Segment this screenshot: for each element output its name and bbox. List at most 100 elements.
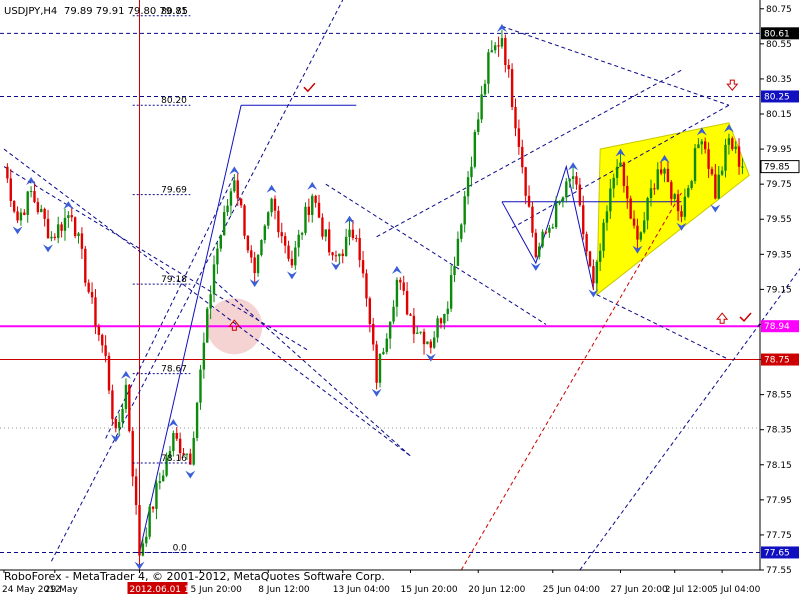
bull-candle bbox=[741, 166, 744, 168]
bull-candle bbox=[446, 308, 449, 314]
bear-candle bbox=[517, 128, 521, 147]
bear-candle bbox=[314, 195, 317, 203]
bear-candle bbox=[80, 233, 84, 249]
bull-candle bbox=[29, 191, 33, 193]
bull-candle bbox=[206, 308, 209, 343]
fibonacci-label: 0.0 bbox=[173, 543, 188, 553]
bear-candle bbox=[253, 257, 256, 274]
bull-candle bbox=[500, 38, 504, 47]
bull-candle bbox=[460, 224, 463, 239]
bull-candle bbox=[121, 409, 124, 423]
bull-candle bbox=[571, 176, 575, 179]
price-tick-label: 77.55 bbox=[766, 566, 792, 576]
bear-candle bbox=[114, 419, 117, 429]
bear-candle bbox=[23, 212, 26, 215]
bear-candle bbox=[412, 315, 416, 334]
price-tag-label: 80.25 bbox=[764, 92, 790, 102]
bear-candle bbox=[239, 198, 243, 206]
bear-candle bbox=[43, 208, 46, 219]
bull-candle bbox=[436, 318, 439, 338]
bear-candle bbox=[504, 38, 507, 66]
price-chart[interactable]: 80.71 80.20 79.69 79.18 78.67 78.16 0.0 80.75 8… bbox=[0, 0, 800, 600]
bear-candle bbox=[592, 266, 595, 284]
bear-candle bbox=[70, 215, 73, 218]
bull-candle bbox=[270, 198, 273, 213]
fibonacci-label: 78.16 bbox=[161, 454, 187, 464]
bear-candle bbox=[351, 229, 355, 238]
bull-candle bbox=[453, 265, 456, 276]
bull-candle bbox=[673, 194, 676, 199]
bear-candle bbox=[36, 202, 40, 213]
bear-candle bbox=[731, 138, 734, 150]
bear-candle bbox=[409, 314, 412, 316]
bear-candle bbox=[273, 198, 277, 211]
bear-candle bbox=[676, 194, 680, 212]
bear-candle bbox=[578, 184, 582, 206]
bear-candle bbox=[178, 438, 182, 454]
bull-candle bbox=[690, 181, 693, 189]
bull-candle bbox=[56, 224, 60, 238]
bull-candle bbox=[687, 188, 690, 197]
bear-candle bbox=[6, 166, 9, 179]
bull-candle bbox=[158, 481, 162, 483]
bear-candle bbox=[277, 210, 280, 233]
bull-candle bbox=[443, 313, 446, 324]
chart-canvas[interactable]: 80.7180.2079.6979.1878.6778.160.0 80.758… bbox=[0, 0, 800, 600]
bull-candle bbox=[595, 261, 598, 284]
bear-candle bbox=[582, 205, 585, 235]
bull-candle bbox=[619, 162, 622, 167]
price-tick-label: 78.35 bbox=[766, 426, 792, 436]
bull-candle bbox=[19, 212, 23, 221]
bear-candle bbox=[439, 318, 443, 324]
bear-candle bbox=[588, 251, 592, 267]
bull-candle bbox=[145, 536, 148, 544]
bear-candle bbox=[429, 341, 433, 348]
bull-candle bbox=[226, 205, 229, 213]
time-tick-label: 20 Jun 12:00 bbox=[468, 585, 525, 595]
bull-candle bbox=[172, 433, 175, 452]
bull-candle bbox=[148, 506, 151, 537]
bear-candle bbox=[368, 298, 372, 325]
bear-candle bbox=[236, 180, 239, 199]
bull-candle bbox=[40, 208, 43, 213]
bull-candle bbox=[392, 306, 395, 322]
price-tick-label: 80.75 bbox=[766, 5, 792, 15]
bull-candle bbox=[561, 197, 565, 202]
bull-candle bbox=[195, 402, 199, 438]
bear-candle bbox=[670, 182, 673, 199]
bear-candle bbox=[111, 390, 114, 420]
bear-candle bbox=[138, 505, 141, 556]
bear-candle bbox=[497, 45, 500, 47]
bear-candle bbox=[287, 245, 290, 259]
bull-candle bbox=[656, 169, 659, 190]
bull-candle bbox=[483, 83, 487, 95]
bear-candle bbox=[9, 178, 12, 202]
bull-candle bbox=[219, 235, 222, 249]
bull-candle bbox=[565, 181, 568, 198]
bear-candle bbox=[737, 146, 741, 167]
bull-candle bbox=[609, 188, 612, 212]
bull-candle bbox=[385, 338, 388, 352]
bear-candle bbox=[16, 211, 19, 221]
price-tick-label: 79.75 bbox=[766, 180, 792, 190]
bull-candle bbox=[646, 198, 649, 221]
bull-candle bbox=[697, 144, 700, 149]
bear-candle bbox=[514, 106, 517, 129]
bull-candle bbox=[432, 337, 436, 348]
bear-candle bbox=[243, 205, 246, 236]
bull-candle bbox=[693, 148, 697, 182]
bear-candle bbox=[60, 224, 63, 231]
bear-candle bbox=[246, 235, 250, 251]
price-tag-label: 78.94 bbox=[764, 322, 790, 332]
bull-candle bbox=[324, 229, 328, 237]
time-tick-label: 29 May bbox=[45, 585, 79, 595]
bear-candle bbox=[714, 174, 717, 199]
bear-candle bbox=[365, 273, 368, 299]
bull-candle bbox=[477, 119, 480, 132]
bull-candle bbox=[141, 543, 145, 556]
bear-candle bbox=[317, 202, 321, 218]
bear-candle bbox=[527, 195, 531, 207]
bull-candle bbox=[554, 203, 558, 228]
time-tick-label: 27 Jun 20:00 bbox=[611, 585, 668, 595]
bull-candle bbox=[124, 384, 128, 410]
